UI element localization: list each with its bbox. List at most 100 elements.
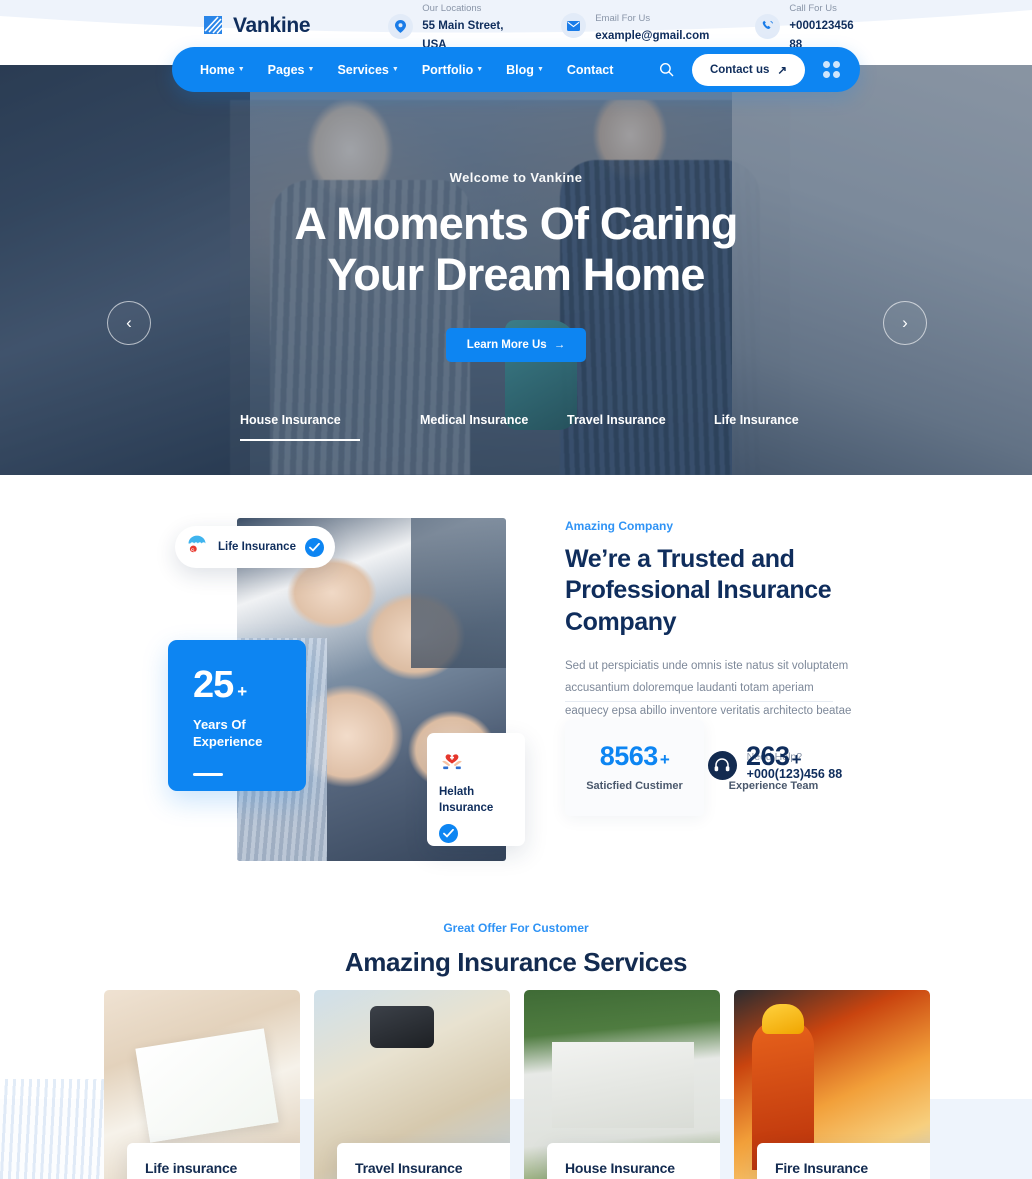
contact-info-group: Our Locations 55 Main Street, USA Email … — [388, 0, 857, 54]
contact-email-value: example@gmail.com — [595, 29, 710, 42]
check-icon — [439, 824, 458, 844]
svg-text:S: S — [191, 549, 195, 555]
stat-satisfied-number-group: 8563 + — [565, 743, 704, 770]
chevron-left-icon: ‹ — [126, 313, 132, 332]
years-number: 25 — [193, 664, 234, 706]
top-contact-bar: Vankine Our Locations 55 Main Street, US… — [0, 0, 1032, 52]
contact-phone[interactable]: Call For Us +000123456 88 — [755, 0, 857, 54]
nav-item-services-label: Services — [337, 62, 389, 77]
check-icon — [304, 537, 324, 557]
hero-title-line-2: Your Dream Home — [327, 249, 705, 301]
nav-item-services[interactable]: Services ▼ — [337, 63, 398, 77]
service-card-fire-insurance[interactable]: Fire Insurance Owns a property or has ev… — [734, 990, 930, 1179]
service-title-house: House Insurance — [565, 1160, 675, 1177]
health-card-check — [439, 824, 513, 844]
nav-item-pages-label: Pages — [267, 62, 305, 77]
hero-title: A Moments Of Caring Your Dream Home — [294, 198, 738, 301]
envelope-icon — [561, 13, 587, 39]
health-insurance-card: Helath Insurance — [427, 733, 525, 846]
chevron-right-icon: › — [902, 313, 908, 332]
umbrella-heart-icon: S — [187, 534, 209, 560]
nav-item-portfolio[interactable]: Portfolio ▼ — [422, 63, 483, 77]
hero-learn-more-label: Learn More Us — [466, 338, 547, 351]
hero-eyebrow: Welcome to Vankine — [449, 170, 583, 185]
years-plus-sign: + — [237, 682, 248, 701]
hero-next-arrow[interactable]: › — [883, 301, 927, 345]
nav-menu: Home ▼ Pages ▼ Services ▼ Portfolio ▼ Bl… — [200, 61, 675, 78]
contact-location[interactable]: Our Locations 55 Main Street, USA — [388, 0, 515, 54]
health-card-title: Helath Insurance — [439, 786, 494, 814]
about-heading: We’re a Trusted and Professional Insuran… — [565, 545, 832, 636]
contact-phone-label: Call For Us — [789, 3, 837, 15]
service-title-life: Life insurance — [145, 1160, 238, 1177]
hero-prev-arrow[interactable]: ‹ — [107, 301, 151, 345]
stat-experience-number-group: 263 + — [704, 743, 843, 770]
arrow-right-icon: → — [553, 338, 566, 351]
chevron-down-icon: ▼ — [391, 66, 399, 73]
nav-contact-us-label: Contact us — [709, 63, 770, 76]
services-heading: Amazing Insurance Services — [344, 947, 688, 977]
life-insurance-badge: S Life Insurance — [175, 526, 335, 568]
chevron-down-icon: ▼ — [307, 66, 315, 73]
nav-item-pages[interactable]: Pages ▼ — [268, 63, 315, 77]
about-section: S Life Insurance 25 + Years Of Experience — [0, 475, 1032, 905]
service-body-travel: Travel Insurance A travel insurance poli… — [337, 1143, 510, 1179]
hero-category-tabs: House Insurance Medical Insurance Travel… — [0, 413, 1032, 441]
service-title-fire: Fire Insurance — [775, 1160, 868, 1177]
nav-item-blog-label: Blog — [506, 62, 534, 77]
hero-tab-life-insurance[interactable]: Life Insurance — [714, 413, 865, 441]
nav-item-home[interactable]: Home ▼ — [200, 63, 245, 77]
stat-experience-plus: + — [791, 750, 802, 769]
about-image-group: S Life Insurance 25 + Years Of Experience — [168, 518, 525, 861]
chevron-down-icon: ▼ — [476, 66, 484, 73]
hero-tab-travel-insurance[interactable]: Travel Insurance — [567, 413, 718, 441]
services-section: Great Offer For Customer Amazing Insuran… — [0, 905, 1032, 1179]
service-body-house: House Insurance A home insurance policy … — [547, 1143, 720, 1179]
nav-item-portfolio-label: Portfolio — [421, 62, 474, 77]
stat-satisfied-customer: 8563 + Saticfied Custimer — [565, 720, 704, 816]
landing-page: Vankine Our Locations 55 Main Street, US… — [0, 0, 1032, 1179]
nav-item-blog[interactable]: Blog ▼ — [506, 63, 544, 77]
chevron-down-icon: ▼ — [536, 66, 544, 73]
nav-contact-us-button[interactable]: Contact us ↗ — [691, 53, 805, 86]
search-icon[interactable] — [658, 61, 675, 78]
service-card-life-insurance[interactable]: Life insurance Contract between a life i… — [104, 990, 300, 1179]
about-eyebrow: Amazing Company — [565, 519, 674, 533]
years-of-experience-card: 25 + Years Of Experience — [168, 640, 306, 791]
contact-email[interactable]: Email For Us example@gmail.com — [561, 8, 709, 45]
site-logo[interactable]: Vankine — [200, 13, 311, 39]
logo-mark-icon — [200, 13, 226, 39]
main-navigation-bar: Home ▼ Pages ▼ Services ▼ Portfolio ▼ Bl… — [172, 47, 860, 92]
service-body-fire: Fire Insurance Owns a property or has ev… — [757, 1143, 930, 1179]
about-stats: 8563 + Saticfied Custimer 263 + Experience… — [565, 720, 843, 816]
nav-item-home-label: Home — [200, 62, 235, 77]
chevron-down-icon: ▼ — [237, 66, 245, 73]
life-insurance-badge-label: Life Insurance — [218, 541, 296, 553]
hero-tab-house-insurance[interactable]: House Insurance — [240, 413, 360, 441]
phone-icon — [755, 13, 781, 39]
years-label: Years Of Experience — [193, 717, 263, 749]
stat-satisfied-label: Saticfied Custimer — [586, 780, 683, 792]
arrow-up-right-icon: ↗ — [777, 64, 787, 77]
nav-item-contact[interactable]: Contact — [567, 63, 614, 77]
location-pin-icon — [388, 13, 414, 39]
years-underline — [193, 772, 223, 776]
contact-location-label: Our Locations — [422, 3, 482, 15]
services-eyebrow: Great Offer For Customer — [443, 921, 589, 935]
stat-experience-team: 263 + Experience Team — [704, 720, 843, 816]
service-body-life: Life insurance Contract between a life i… — [127, 1143, 300, 1179]
hero-slider: Welcome to Vankine A Moments Of Caring Y… — [0, 65, 1032, 475]
service-card-travel-insurance[interactable]: Travel Insurance A travel insurance poli… — [314, 990, 510, 1179]
hero-tab-medical-insurance[interactable]: Medical Insurance — [420, 413, 571, 441]
service-card-house-insurance[interactable]: House Insurance A home insurance policy … — [524, 990, 720, 1179]
stat-satisfied-number: 8563 — [599, 741, 659, 771]
services-card-grid: Life insurance Contract between a life i… — [104, 990, 930, 1179]
logo-text: Vankine — [233, 14, 311, 37]
heart-hands-icon — [439, 754, 465, 775]
hero-learn-more-button[interactable]: Learn More Us → — [445, 327, 587, 362]
about-divider — [565, 701, 833, 702]
grid-dots-icon[interactable] — [823, 61, 840, 78]
stat-satisfied-plus: + — [659, 750, 670, 769]
service-title-travel: Travel Insurance — [355, 1160, 463, 1177]
hero-title-line-1: A Moments Of Caring — [294, 198, 738, 249]
